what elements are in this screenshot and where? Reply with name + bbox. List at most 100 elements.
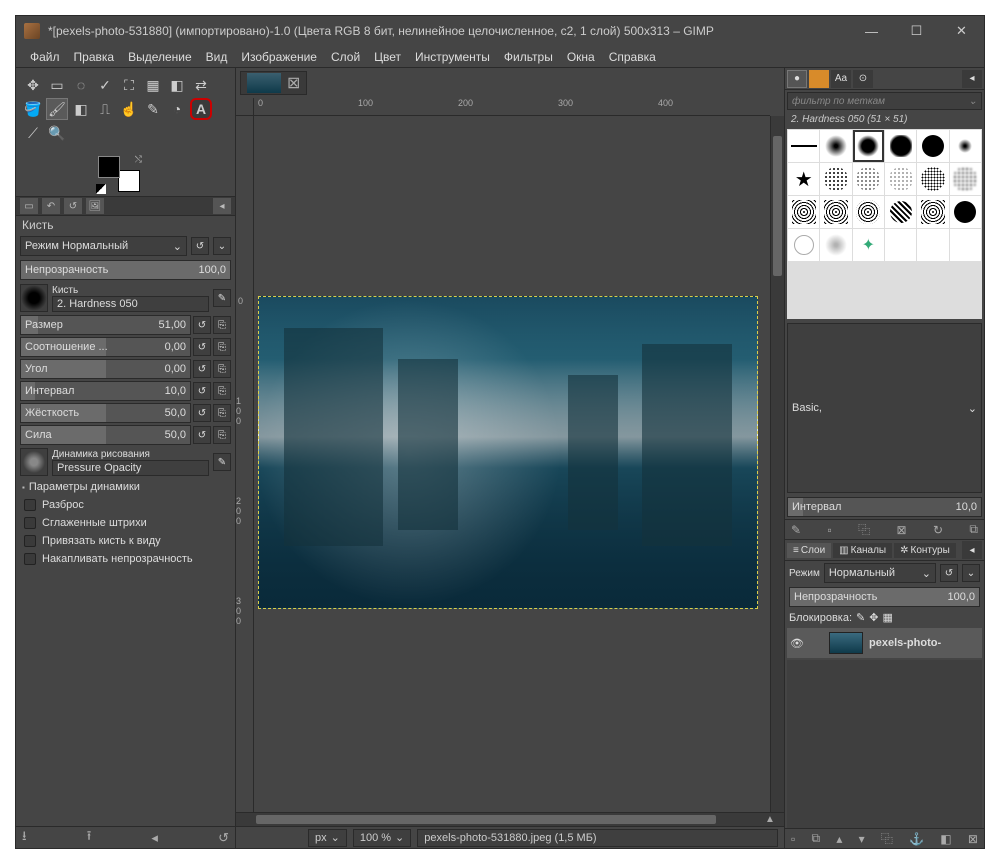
ratio-slider[interactable]: Соотношение ...0,00	[20, 337, 191, 357]
fonts-tab-icon[interactable]: Aa	[831, 70, 851, 88]
crop-tool-icon[interactable]: ⛶	[118, 74, 140, 96]
fg-color[interactable]	[98, 156, 120, 178]
layer-mode-reset-icon[interactable]: ↺	[940, 564, 958, 582]
layer-mode-menu-icon[interactable]: ⌄	[962, 564, 980, 582]
zoom-tool-icon[interactable]: 🔍	[46, 122, 68, 144]
dock-menu-icon[interactable]: ◂	[213, 198, 231, 214]
close-button[interactable]: ✕	[939, 16, 984, 46]
brush-item[interactable]	[885, 163, 916, 195]
brush-spacing-slider[interactable]: Интервал10,0	[787, 497, 982, 517]
image-tab-close-icon[interactable]: ⊠	[287, 73, 300, 93]
brush-item[interactable]	[917, 163, 948, 195]
brush-item[interactable]	[885, 130, 916, 162]
horizontal-ruler[interactable]: 0 100 200 300 400	[254, 98, 770, 116]
mode-menu-icon[interactable]: ⌄	[213, 237, 231, 255]
opacity-slider[interactable]: Непрозрачность100,0	[20, 260, 231, 280]
channels-tab[interactable]: ▥ Каналы	[833, 543, 892, 558]
force-link-icon[interactable]: ⎘	[213, 426, 231, 444]
brush-item[interactable]	[950, 196, 981, 228]
brush-del-icon[interactable]: ⊠	[897, 523, 907, 537]
fuzzy-select-tool-icon[interactable]: ✓	[94, 74, 116, 96]
hardness-link-icon[interactable]: ⎘	[213, 404, 231, 422]
layer-up-icon[interactable]: ▴	[836, 832, 842, 846]
flip-tool-icon[interactable]: ⇄	[190, 74, 212, 96]
menu-layer[interactable]: Слой	[325, 48, 366, 66]
menu-select[interactable]: Выделение	[122, 48, 198, 66]
size-slider[interactable]: Размер51,00	[20, 315, 191, 335]
layer-dock-menu-icon[interactable]: ◂	[962, 541, 982, 559]
brush-item[interactable]: ✦	[853, 229, 884, 261]
device-tab-icon[interactable]: ↶	[42, 198, 60, 214]
text-tool-icon[interactable]: A	[190, 98, 212, 120]
brush-item[interactable]	[917, 229, 948, 261]
accumulate-checkbox[interactable]: Накапливать непрозрачность	[16, 550, 235, 568]
unit-dropdown[interactable]: px⌄	[308, 829, 347, 847]
size-reset-icon[interactable]: ↺	[193, 316, 211, 334]
paintbrush-tool-icon[interactable]: 🖌	[46, 98, 68, 120]
paths-tab[interactable]: ✲ Контуры	[894, 543, 956, 558]
brush-item[interactable]	[788, 130, 819, 162]
brush-item[interactable]	[885, 229, 916, 261]
menu-image[interactable]: Изображение	[235, 48, 323, 66]
dynamics-thumbnail[interactable]	[20, 448, 48, 476]
bucket-tool-icon[interactable]: 🪣	[22, 98, 44, 120]
lock-pixels-icon[interactable]: ✎	[856, 611, 865, 624]
brushes-tab-icon[interactable]: ●	[787, 70, 807, 88]
hardness-reset-icon[interactable]: ↺	[193, 404, 211, 422]
brush-filter-input[interactable]: фильтр по меткам⌄	[787, 92, 982, 110]
layer-dup-icon[interactable]: ⿻	[881, 830, 893, 847]
vertical-scrollbar[interactable]	[770, 116, 784, 812]
brush-item[interactable]	[820, 196, 851, 228]
brush-dock-menu-icon[interactable]: ◂	[962, 70, 982, 88]
menu-file[interactable]: Файл	[24, 48, 66, 66]
layer-list[interactable]	[787, 660, 982, 828]
maximize-button[interactable]: ☐	[894, 16, 939, 46]
hardness-slider[interactable]: Жёсткость50,0	[20, 403, 191, 423]
vertical-ruler[interactable]: 0 100 200 300	[236, 116, 254, 812]
lock-position-icon[interactable]: ✥	[869, 611, 878, 624]
eraser-tool-icon[interactable]: ◧	[70, 98, 92, 120]
layer-merge-icon[interactable]: ⚓	[909, 832, 924, 846]
brush-preset-dropdown[interactable]: Basic,⌄	[787, 323, 982, 493]
brush-dup-icon[interactable]: ⿻	[858, 521, 870, 538]
force-slider[interactable]: Сила50,0	[20, 425, 191, 445]
spacing-slider[interactable]: Интервал10,0	[20, 381, 191, 401]
color-tool-icon[interactable]: ◔	[166, 98, 188, 120]
force-reset-icon[interactable]: ↺	[193, 426, 211, 444]
brush-edit-icon[interactable]: ✎	[791, 523, 801, 537]
brush-select[interactable]: 2. Hardness 050	[52, 296, 209, 312]
layer-row[interactable]: 👁 pexels-photo-	[787, 628, 982, 658]
brush-item[interactable]	[917, 196, 948, 228]
angle-link-icon[interactable]: ⎘	[213, 360, 231, 378]
measure-tool-icon[interactable]: ⟋	[22, 122, 44, 144]
color-swatch[interactable]: ⤭	[96, 154, 142, 194]
lockview-checkbox[interactable]: Привязать кисть к виду	[16, 532, 235, 550]
path-tool-icon[interactable]: ✎	[142, 98, 164, 120]
brush-edit-icon[interactable]: ✎	[213, 289, 231, 307]
rect-select-tool-icon[interactable]: ▭	[46, 74, 68, 96]
image-tab[interactable]: ⊠	[240, 71, 307, 95]
menu-windows[interactable]: Окна	[561, 48, 601, 66]
brush-item[interactable]: ★	[788, 163, 819, 195]
brush-item[interactable]	[820, 130, 851, 162]
delete-preset-icon[interactable]: ◂	[151, 830, 158, 846]
layer-new-icon[interactable]: ▫	[791, 832, 795, 846]
menu-tools[interactable]: Инструменты	[409, 48, 496, 66]
brush-item[interactable]	[950, 229, 981, 261]
history-tab-icon[interactable]: ⊙	[853, 70, 873, 88]
menu-help[interactable]: Справка	[603, 48, 662, 66]
spacing-link-icon[interactable]: ⎘	[213, 382, 231, 400]
brush-refresh-icon[interactable]: ↻	[933, 523, 943, 537]
brush-item[interactable]	[917, 130, 948, 162]
tool-options-tab-icon[interactable]: ▭	[20, 198, 38, 214]
brush-item[interactable]	[853, 163, 884, 195]
layer-mask-icon[interactable]: ◧	[940, 832, 951, 846]
layer-name[interactable]: pexels-photo-	[869, 637, 941, 649]
angle-reset-icon[interactable]: ↺	[193, 360, 211, 378]
blend-mode-dropdown[interactable]: Режим Нормальный⌄	[20, 236, 187, 256]
brush-item[interactable]	[950, 130, 981, 162]
menu-color[interactable]: Цвет	[368, 48, 407, 66]
images-tab-icon[interactable]: 🖼	[86, 198, 104, 214]
brush-item[interactable]	[853, 130, 884, 162]
layer-visibility-icon[interactable]: 👁	[789, 637, 805, 650]
